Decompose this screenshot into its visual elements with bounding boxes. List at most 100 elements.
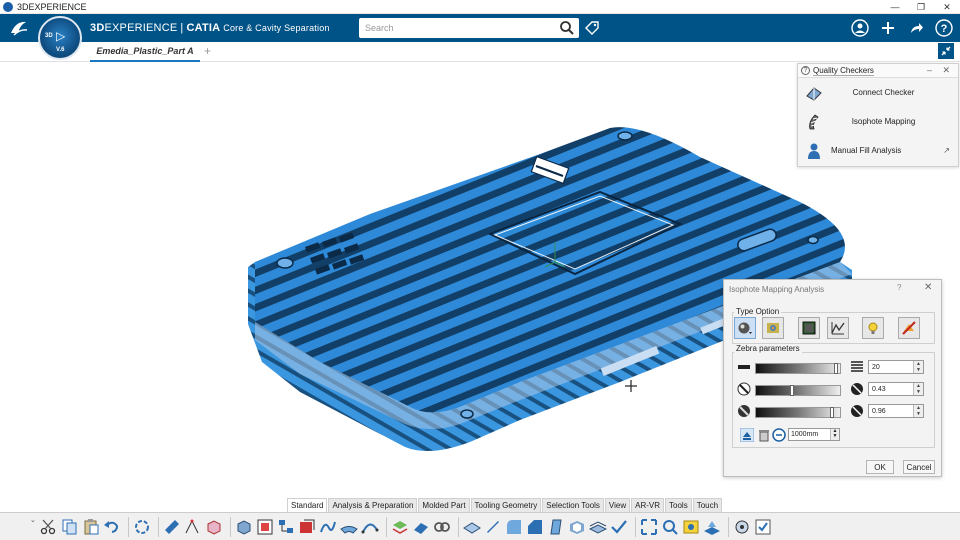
publication-icon[interactable] — [298, 518, 316, 536]
add-icon[interactable] — [878, 18, 898, 38]
external-link-icon[interactable]: ↗ — [943, 146, 950, 155]
tab-tooling-geometry[interactable]: Tooling Geometry — [470, 498, 542, 512]
touch-mode-icon[interactable] — [733, 518, 751, 536]
transition-spinner[interactable]: ▲ ▼ — [913, 405, 923, 417]
link-icon[interactable] — [433, 518, 451, 536]
compass-icon[interactable]: 3D ▷ V.6 — [38, 16, 82, 60]
surface-icon[interactable] — [340, 518, 358, 536]
grid-icon[interactable] — [256, 518, 274, 536]
no-display-icon[interactable] — [898, 317, 920, 339]
dassault-logo-icon[interactable] — [8, 17, 30, 39]
fit-all-icon[interactable] — [640, 518, 658, 536]
isophote-dialog-header[interactable]: Isophote Mapping Analysis ? ✕ — [724, 280, 941, 298]
sketch-icon[interactable] — [184, 518, 202, 536]
update-icon[interactable] — [133, 518, 151, 536]
split-icon[interactable] — [412, 518, 430, 536]
compass-play-icon[interactable]: ▷ — [56, 29, 65, 43]
stripe-ratio-icon — [737, 382, 751, 396]
tab-view[interactable]: View — [604, 498, 631, 512]
zebra-strip-icon — [738, 365, 750, 369]
manual-fill-analysis-item[interactable]: Manual Fill Analysis ↗ — [798, 136, 958, 165]
transition-field[interactable]: 0.96 ▲ ▼ — [868, 404, 924, 418]
qc-help-icon[interactable]: ? — [801, 66, 810, 75]
paste-icon[interactable] — [82, 518, 100, 536]
tab-tools[interactable]: Tools — [665, 498, 692, 512]
user-profile-icon[interactable] — [850, 18, 870, 38]
distance-field[interactable]: 1000mm ▲ ▼ — [788, 428, 840, 441]
quality-checkers-header: ? Quality Checkers – ✕ — [798, 64, 958, 78]
tab-touch[interactable]: Touch — [692, 498, 723, 512]
assembly-icon[interactable] — [235, 518, 253, 536]
color-map-icon[interactable] — [762, 317, 784, 339]
transition-ball-icon — [851, 405, 863, 417]
qc-window-controls[interactable]: – ✕ — [927, 65, 954, 76]
zebra-sphere-icon[interactable] — [734, 317, 756, 339]
tab-selection-tools[interactable]: Selection Tools — [542, 498, 604, 512]
feature-tree-icon[interactable] — [277, 518, 295, 536]
delete-trash-icon[interactable] — [757, 428, 771, 442]
isophote-mapping-item[interactable]: Isophote Mapping — [798, 107, 958, 136]
part-body-icon[interactable] — [205, 518, 223, 536]
zoom-icon[interactable] — [661, 518, 679, 536]
tab-analysis-preparation[interactable]: Analysis & Preparation — [328, 498, 418, 512]
transition-slider[interactable] — [755, 407, 841, 418]
ok-button[interactable]: OK — [866, 460, 894, 474]
image-capture-icon[interactable] — [682, 518, 700, 536]
tag-icon[interactable] — [584, 20, 600, 36]
dialog-close-button[interactable]: ✕ — [924, 282, 932, 293]
thickness-icon[interactable] — [589, 518, 607, 536]
compass-3d-label: 3D — [45, 33, 53, 39]
connect-checker-item[interactable]: Connect Checker — [798, 78, 958, 107]
brand-experience: EXPERIENCE — [104, 22, 178, 34]
stripe-count-spinner[interactable]: ▲ ▼ — [913, 361, 923, 373]
shell-icon[interactable] — [568, 518, 586, 536]
stripe-count-field[interactable]: 20 ▲ ▼ — [868, 360, 924, 374]
layer-stack-icon[interactable] — [391, 518, 409, 536]
transition-knob[interactable] — [830, 407, 834, 418]
stripe-ratio-spinner[interactable]: ▲ ▼ — [913, 383, 923, 395]
tab-molded-part[interactable]: Molded Part — [418, 498, 470, 512]
tools-icon[interactable] — [484, 518, 502, 536]
help-icon[interactable]: ? — [934, 18, 954, 38]
tab-standard[interactable]: Standard — [287, 498, 328, 512]
stripe-ratio-field[interactable]: 0.43 ▲ ▼ — [868, 382, 924, 396]
minimize-panels-icon[interactable] — [938, 43, 954, 59]
manual-fill-analysis-label: Manual Fill Analysis — [831, 146, 902, 155]
add-tab-button[interactable]: + — [204, 44, 211, 58]
share-icon[interactable] — [906, 18, 926, 38]
tab-ar-vr[interactable]: AR-VR — [631, 498, 665, 512]
tab-document[interactable]: Emedia_Plastic_Part A — [90, 42, 200, 62]
chamfer-icon[interactable] — [526, 518, 544, 536]
fillet-icon[interactable] — [505, 518, 523, 536]
cut-icon[interactable] — [40, 518, 58, 536]
render-style-icon[interactable] — [463, 518, 481, 536]
stripe-ratio-knob[interactable] — [790, 385, 794, 396]
eye-position-icon[interactable] — [740, 428, 754, 442]
restore-button[interactable]: ❐ — [908, 0, 934, 14]
view-mode-icon[interactable] — [703, 518, 721, 536]
stripe-count-slider[interactable] — [755, 363, 841, 374]
check-tool-icon[interactable] — [610, 518, 628, 536]
options-icon[interactable] — [754, 518, 772, 536]
light-source-icon[interactable] — [862, 317, 884, 339]
minimize-button[interactable]: — — [882, 0, 908, 14]
dialog-help-button[interactable]: ? — [897, 283, 901, 292]
toolbar-collapse-icon[interactable]: ⌄ — [30, 516, 36, 524]
stripe-ratio-slider[interactable] — [755, 385, 841, 396]
search-box[interactable] — [359, 18, 579, 38]
distance-spinner[interactable]: ▲ ▼ — [830, 429, 839, 440]
search-input[interactable] — [359, 19, 559, 37]
cancel-button[interactable]: Cancel — [903, 460, 935, 474]
environment-mapping-icon[interactable] — [798, 317, 820, 339]
measure-icon[interactable] — [163, 518, 181, 536]
undo-icon[interactable] — [103, 518, 121, 536]
close-window-button[interactable]: ✕ — [934, 0, 960, 14]
copy-icon[interactable] — [61, 518, 79, 536]
os-titlebar: 3DEXPERIENCE — ❐ ✕ — [0, 0, 960, 14]
highlight-lines-icon[interactable] — [827, 317, 849, 339]
spline-icon[interactable] — [361, 518, 379, 536]
curve-icon[interactable] — [319, 518, 337, 536]
draft-icon[interactable] — [547, 518, 565, 536]
stripe-count-knob[interactable] — [834, 363, 838, 374]
search-icon[interactable] — [559, 20, 575, 36]
